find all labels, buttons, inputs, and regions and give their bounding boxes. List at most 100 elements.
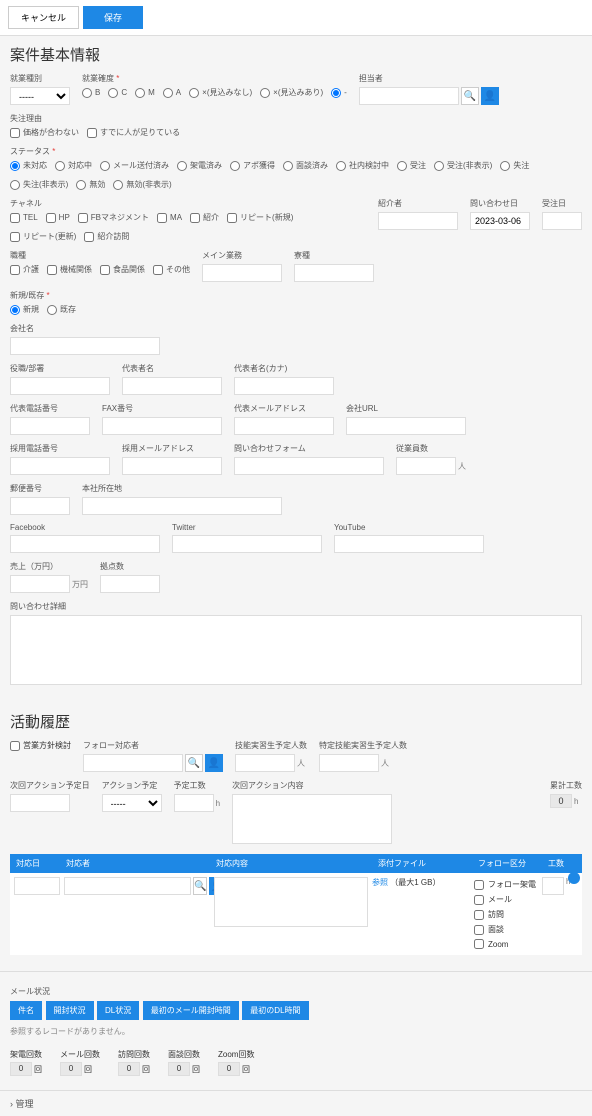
adopt-mail-input[interactable] bbox=[122, 457, 222, 475]
status-11[interactable] bbox=[76, 180, 86, 190]
kakudo-b[interactable] bbox=[82, 88, 92, 98]
status-1[interactable] bbox=[55, 161, 65, 171]
row-person-input[interactable] bbox=[64, 877, 191, 895]
company-input[interactable] bbox=[10, 337, 160, 355]
mail-tab-4[interactable]: 最初のDL時間 bbox=[242, 1001, 308, 1020]
ch-4[interactable] bbox=[190, 213, 200, 223]
lost-opt-0[interactable] bbox=[10, 128, 20, 138]
row-date-input[interactable] bbox=[14, 877, 60, 895]
channel-label: チャネル bbox=[10, 198, 366, 209]
status-10[interactable] bbox=[10, 180, 20, 190]
yt-input[interactable] bbox=[334, 535, 484, 553]
action-plan-select[interactable]: ----- bbox=[102, 794, 162, 812]
status-2[interactable] bbox=[100, 161, 110, 171]
biz-type-select[interactable]: ----- bbox=[10, 87, 70, 105]
kakudo-dash[interactable] bbox=[331, 88, 341, 98]
mail-tab-0[interactable]: 件名 bbox=[10, 1001, 42, 1020]
save-button[interactable]: 保存 bbox=[83, 6, 143, 29]
new-exist-label: 新規/既存 bbox=[10, 290, 76, 301]
tw-input[interactable] bbox=[172, 535, 322, 553]
add-row-icon[interactable] bbox=[568, 872, 580, 884]
sales-input[interactable] bbox=[10, 575, 70, 593]
next-date-input[interactable] bbox=[10, 794, 70, 812]
introducer-input[interactable] bbox=[378, 212, 458, 230]
lost-opt-1[interactable] bbox=[87, 128, 97, 138]
status-0[interactable] bbox=[10, 161, 20, 171]
fo-2[interactable] bbox=[474, 910, 484, 920]
sales-label: 売上（万円） bbox=[10, 561, 88, 572]
adopt-tel-input[interactable] bbox=[10, 457, 110, 475]
inquiry-date-input[interactable] bbox=[470, 212, 530, 230]
search-icon[interactable]: 🔍 bbox=[185, 754, 203, 772]
ch-5[interactable] bbox=[227, 213, 237, 223]
ne-0[interactable] bbox=[10, 305, 20, 315]
zip-input[interactable] bbox=[10, 497, 70, 515]
mail-tab-3[interactable]: 最初のメール開封時間 bbox=[143, 1001, 239, 1020]
status-12[interactable] bbox=[113, 180, 123, 190]
url-input[interactable] bbox=[346, 417, 466, 435]
person-icon[interactable]: 👤 bbox=[205, 754, 223, 772]
status-6[interactable] bbox=[336, 161, 346, 171]
row-hours-input[interactable] bbox=[542, 877, 564, 895]
ch-1[interactable] bbox=[46, 213, 56, 223]
status-8[interactable] bbox=[434, 161, 444, 171]
kakudo-a[interactable] bbox=[163, 88, 173, 98]
kakudo-x2[interactable] bbox=[260, 88, 270, 98]
occ-3[interactable] bbox=[153, 265, 163, 275]
employees-input[interactable] bbox=[396, 457, 456, 475]
rep-name-input[interactable] bbox=[122, 377, 222, 395]
ch-7[interactable] bbox=[84, 232, 94, 242]
search-icon[interactable]: 🔍 bbox=[461, 87, 479, 105]
ch-2[interactable] bbox=[78, 213, 88, 223]
section-basic-title: 案件基本情報 bbox=[0, 36, 592, 73]
fo-3[interactable] bbox=[474, 925, 484, 935]
est-hours-input[interactable] bbox=[174, 794, 214, 812]
bases-input[interactable] bbox=[100, 575, 160, 593]
rep-tel-input[interactable] bbox=[10, 417, 90, 435]
ch-3[interactable] bbox=[157, 213, 167, 223]
address-input[interactable] bbox=[82, 497, 282, 515]
ch-0[interactable] bbox=[10, 213, 20, 223]
next-action-textarea[interactable] bbox=[232, 794, 392, 844]
kakudo-m[interactable] bbox=[135, 88, 145, 98]
spec-skill-req-input[interactable] bbox=[319, 754, 379, 772]
status-7[interactable] bbox=[397, 161, 407, 171]
inquiry-form-input[interactable] bbox=[234, 457, 384, 475]
fb-input[interactable] bbox=[10, 535, 160, 553]
fo-0[interactable] bbox=[474, 880, 484, 890]
status-3[interactable] bbox=[177, 161, 187, 171]
mail-tab-2[interactable]: DL状況 bbox=[97, 1001, 139, 1020]
mail-tab-1[interactable]: 開封状況 bbox=[46, 1001, 94, 1020]
person-icon[interactable]: 👤 bbox=[481, 87, 499, 105]
order-date-input[interactable] bbox=[542, 212, 582, 230]
occ-0[interactable] bbox=[10, 265, 20, 275]
follow-target-input[interactable] bbox=[83, 754, 183, 772]
position-input[interactable] bbox=[10, 377, 110, 395]
status-4[interactable] bbox=[230, 161, 240, 171]
kakudo-x1[interactable] bbox=[189, 88, 199, 98]
rep-mail-input[interactable] bbox=[234, 417, 334, 435]
ne-1[interactable] bbox=[47, 305, 57, 315]
status-9[interactable] bbox=[500, 161, 510, 171]
ch-6[interactable] bbox=[10, 232, 20, 242]
occ-2[interactable] bbox=[100, 265, 110, 275]
tantou-input[interactable] bbox=[359, 87, 459, 105]
occ-1[interactable] bbox=[47, 265, 57, 275]
fax-input[interactable] bbox=[102, 417, 222, 435]
file-browse-link[interactable]: 参照 bbox=[372, 878, 388, 887]
inquiry-detail-textarea[interactable] bbox=[10, 615, 582, 685]
search-icon[interactable]: 🔍 bbox=[193, 877, 207, 895]
status-5[interactable] bbox=[283, 161, 293, 171]
fo-4[interactable] bbox=[474, 939, 484, 949]
ryou-input[interactable] bbox=[294, 264, 374, 282]
rep-kana-input[interactable] bbox=[234, 377, 334, 395]
cancel-button[interactable]: キャンセル bbox=[8, 6, 79, 29]
policy-check[interactable] bbox=[10, 741, 20, 751]
kakudo-c[interactable] bbox=[108, 88, 118, 98]
row-content-textarea[interactable] bbox=[214, 877, 368, 927]
admin-collapse[interactable]: 管理 bbox=[0, 1090, 592, 1116]
fo-1[interactable] bbox=[474, 895, 484, 905]
skill-req-input[interactable] bbox=[235, 754, 295, 772]
tantou-label: 担当者 bbox=[359, 73, 499, 84]
main-biz-input[interactable] bbox=[202, 264, 282, 282]
